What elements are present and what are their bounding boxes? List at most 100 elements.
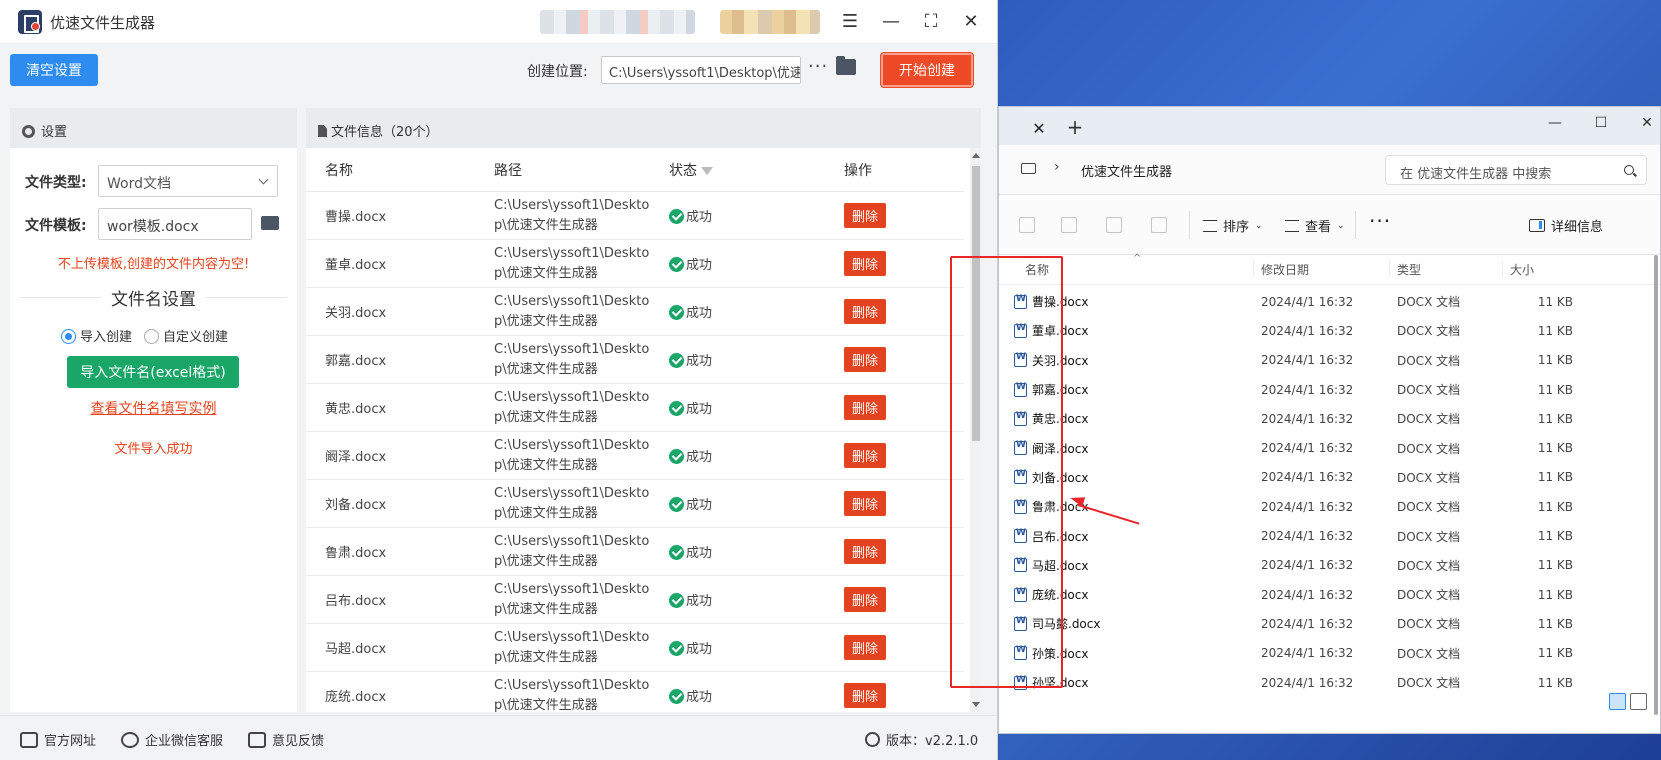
copy-icon[interactable] [1019,217,1035,233]
location-more-button[interactable]: ··· [808,56,828,77]
row-path: C:\Users\yssoft1\Desktop\优速文件生成器 [494,581,650,617]
column-header-size[interactable]: 大小 [1503,261,1583,278]
delete-icon[interactable] [1151,217,1167,233]
success-icon [669,401,684,416]
delete-button[interactable]: 删除 [844,299,887,324]
radio-custom-label: 自定义创建 [163,330,229,345]
row-filename: 关羽.docx [325,306,387,321]
file-list-item[interactable]: 鲁肃.docx2024/4/1 16:32DOCX 文档11 KB [999,492,1660,521]
file-list-item[interactable]: 曹操.docx2024/4/1 16:32DOCX 文档11 KB [999,287,1660,316]
start-create-button[interactable]: 开始创建 [881,53,973,87]
share-icon[interactable] [1106,217,1122,233]
scroll-up-icon[interactable] [972,153,980,158]
import-filenames-button[interactable]: 导入文件名(excel格式) [67,356,239,388]
website-link[interactable]: 官方网址 [20,730,96,749]
file-size: 11 KB [1537,616,1573,631]
file-list-item[interactable]: 孙坚.docx2024/4/1 16:32DOCX 文档11 KB [999,668,1660,697]
file-list-item[interactable]: 郭嘉.docx2024/4/1 16:32DOCX 文档11 KB [999,375,1660,404]
file-date: 2024/4/1 16:32 [1261,353,1354,368]
explorer-scrollbar[interactable] [1651,255,1660,715]
explorer-maximize-icon[interactable]: ☐ [1589,111,1613,135]
menu-icon[interactable]: ☰ [838,10,862,34]
column-header-type[interactable]: 类型 [1390,261,1503,278]
delete-button[interactable]: 删除 [844,347,887,372]
clear-settings-button[interactable]: 清空设置 [10,54,98,86]
file-date: 2024/4/1 16:32 [1261,587,1354,602]
new-tab-icon[interactable]: + [1063,115,1087,139]
row-status: 成功 [657,302,832,321]
search-icon [1624,165,1634,175]
row-status-label: 成功 [686,210,713,225]
explorer-close-icon[interactable]: ✕ [1635,111,1659,135]
file-list-item[interactable]: 刘备.docx2024/4/1 16:32DOCX 文档11 KB [999,463,1660,492]
details-pane-button[interactable]: 详细信息 [1529,216,1603,235]
version-info[interactable]: 版本：v2.2.1.0 [865,730,978,749]
wechat-label: 企业微信客服 [145,734,224,749]
file-list-item[interactable]: 关羽.docx2024/4/1 16:32DOCX 文档11 KB [999,346,1660,375]
separator [1355,211,1356,239]
delete-button[interactable]: 删除 [844,251,887,276]
file-date: 2024/4/1 16:32 [1261,558,1354,573]
row-path: C:\Users\yssoft1\Desktop\优速文件生成器 [494,437,650,473]
delete-button[interactable]: 删除 [844,539,887,564]
maximize-icon[interactable]: ⛶ [919,10,943,34]
row-status-label: 成功 [686,402,713,417]
file-type: DOCX 文档 [1397,441,1461,456]
chat-icon [121,731,139,748]
scroll-down-icon[interactable] [972,702,980,707]
delete-button[interactable]: 删除 [844,587,887,612]
file-list-item[interactable]: 阚泽.docx2024/4/1 16:32DOCX 文档11 KB [999,433,1660,462]
success-icon [669,593,684,608]
address-path[interactable]: 优速文件生成器 [1081,161,1172,180]
radio-checked-icon [61,329,76,344]
file-list-item[interactable]: 吕布.docx2024/4/1 16:32DOCX 文档11 KB [999,521,1660,550]
file-list-item[interactable]: 司马懿.docx2024/4/1 16:32DOCX 文档11 KB [999,609,1660,638]
table-row: 郭嘉.docx C:\Users\yssoft1\Desktop\优速文件生成器 成… [306,336,964,384]
delete-button[interactable]: 删除 [844,491,887,516]
row-filename: 鲁肃.docx [325,546,387,561]
row-status: 成功 [657,494,832,513]
scrollbar-thumb[interactable] [1654,255,1658,715]
computer-icon[interactable] [1021,163,1036,174]
file-size: 11 KB [1537,587,1573,602]
row-path: C:\Users\yssoft1\Desktop\优速文件生成器 [494,677,650,713]
explorer-minimize-icon[interactable]: — [1543,111,1567,135]
file-info-panel: 文件信息（20个） 名称 路径 状态 操作 曹操.docx C:\Users\ys… [306,108,981,720]
file-list-item[interactable]: 董卓.docx2024/4/1 16:32DOCX 文档11 KB [999,316,1660,345]
delete-button[interactable]: 删除 [844,683,887,708]
delete-button[interactable]: 删除 [844,635,887,660]
sort-button[interactable]: 排序 ⌄ [1203,216,1263,235]
minimize-icon[interactable]: — [879,10,903,34]
file-list-item[interactable]: 庞统.docx2024/4/1 16:32DOCX 文档11 KB [999,580,1660,609]
view-button[interactable]: 查看 ⌄ [1285,216,1345,235]
template-input[interactable]: wor模板.docx [98,208,252,240]
folder-icon[interactable] [836,56,856,75]
file-list-item[interactable]: 马超.docx2024/4/1 16:32DOCX 文档11 KB [999,551,1660,580]
delete-button[interactable]: 删除 [844,203,887,228]
radio-custom-create[interactable]: 自定义创建 [144,326,228,345]
file-list-item[interactable]: 黄忠.docx2024/4/1 16:32DOCX 文档11 KB [999,404,1660,433]
template-folder-icon[interactable] [261,216,279,230]
delete-button[interactable]: 删除 [844,443,887,468]
tiles-view-icon[interactable] [1630,693,1647,710]
explorer-search-input[interactable]: 在 优速文件生成器 中搜索 [1385,155,1647,185]
details-view-icon[interactable] [1609,693,1626,710]
table-row: 鲁肃.docx C:\Users\yssoft1\Desktop\优速文件生成器 成… [306,528,964,576]
column-header-date[interactable]: 修改日期 [1254,261,1390,278]
view-example-link[interactable]: 查看文件名填写实例 [10,398,297,418]
close-icon[interactable]: ✕ [959,10,983,34]
file-type-select[interactable]: Word文档 [98,165,278,197]
file-list-item[interactable]: 孙策.docx2024/4/1 16:32DOCX 文档11 KB [999,639,1660,668]
more-options-icon[interactable]: ··· [1369,209,1391,233]
success-icon [669,257,684,272]
tab-close-icon[interactable]: ✕ [1027,117,1051,141]
delete-button[interactable]: 删除 [844,395,887,420]
location-input[interactable]: C:\Users\yssoft1\Desktop\优速 [601,56,801,84]
rename-icon[interactable] [1061,217,1077,233]
column-status[interactable]: 状态 [657,160,832,180]
feedback-link[interactable]: 意见反馈 [248,730,324,749]
radio-import-create[interactable]: 导入创建 [61,326,132,345]
wechat-service-link[interactable]: 企业微信客服 [121,730,223,749]
details-label: 详细信息 [1551,220,1604,235]
filter-icon[interactable] [701,166,713,175]
